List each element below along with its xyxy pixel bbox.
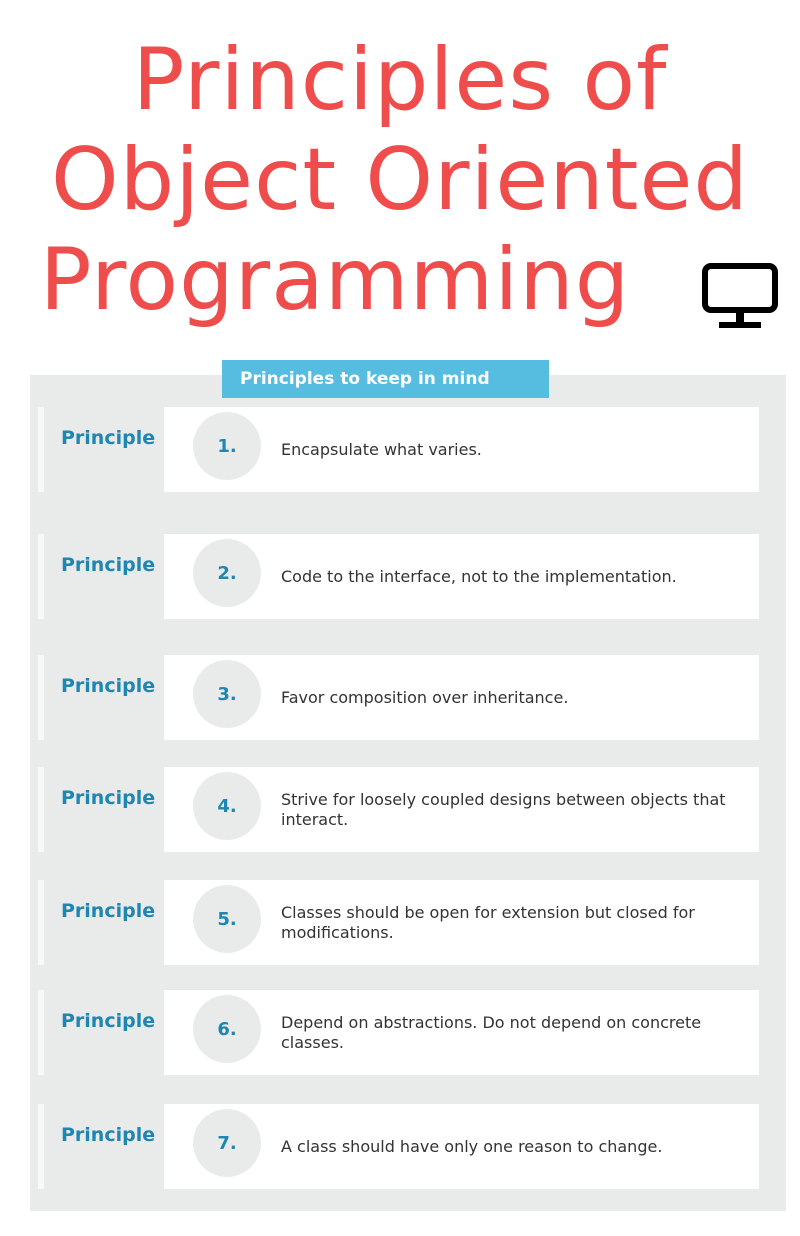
- principle-tab: Principle: [38, 534, 162, 619]
- principle-text: Depend on abstractions. Do not depend on…: [281, 1012, 702, 1052]
- page-title: Principles of Object Oriented Programmin…: [0, 30, 800, 330]
- principle-label: Principle: [61, 900, 156, 922]
- principle-tab: Principle: [38, 1104, 162, 1189]
- principle-row-3: Principle 3. Favor composition over inhe…: [0, 655, 800, 740]
- principle-text: A class should have only one reason to c…: [281, 1136, 663, 1156]
- principle-tab: Principle: [38, 655, 162, 740]
- principle-text: Classes should be open for extension but…: [281, 902, 695, 942]
- principle-label: Principle: [61, 554, 156, 576]
- principle-row-5: Principle 5. Classes should be open for …: [0, 880, 800, 965]
- principle-row-1: Principle 1. Encapsulate what varies.: [0, 407, 800, 492]
- principle-number: 7.: [193, 1109, 261, 1177]
- principle-tab: Principle: [38, 880, 162, 965]
- principle-number: 1.: [193, 412, 261, 480]
- principle-number: 6.: [193, 995, 261, 1063]
- principles-banner: Principles to keep in mind: [222, 360, 549, 398]
- monitor-icon: [702, 263, 778, 328]
- principle-number: 2.: [193, 539, 261, 607]
- principle-row-2: Principle 2. Code to the interface, not …: [0, 534, 800, 619]
- principle-tab: Principle: [38, 767, 162, 852]
- principle-label: Principle: [61, 427, 156, 449]
- principle-label: Principle: [61, 675, 156, 697]
- principle-row-4: Principle 4. Strive for loosely coupled …: [0, 767, 800, 852]
- principle-number: 4.: [193, 772, 261, 840]
- title-line-2: Object Oriented: [50, 130, 749, 230]
- principle-label: Principle: [61, 1124, 156, 1146]
- principle-label: Principle: [61, 787, 156, 809]
- principle-row-7: Principle 7. A class should have only on…: [0, 1104, 800, 1189]
- title-line-1: Principles of: [132, 30, 668, 130]
- principle-label: Principle: [61, 1010, 156, 1032]
- principle-row-6: Principle 6. Depend on abstractions. Do …: [0, 990, 800, 1075]
- principle-text: Encapsulate what varies.: [281, 439, 482, 459]
- principle-text: Favor composition over inheritance.: [281, 687, 569, 707]
- principle-number: 3.: [193, 660, 261, 728]
- principle-tab: Principle: [38, 990, 162, 1075]
- principle-tab: Principle: [38, 407, 162, 492]
- principle-number: 5.: [193, 885, 261, 953]
- title-line-3: Programming: [39, 230, 631, 330]
- principle-text: Code to the interface, not to the implem…: [281, 566, 677, 586]
- principle-text: Strive for loosely coupled designs betwe…: [281, 789, 726, 829]
